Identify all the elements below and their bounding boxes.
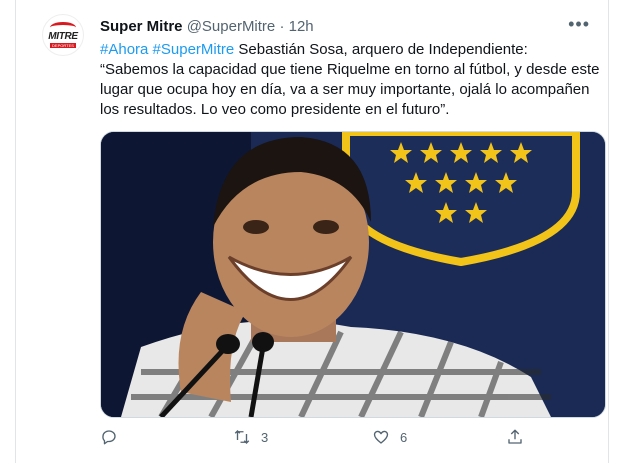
reply-button[interactable] — [100, 428, 118, 446]
tweet-card[interactable]: MITRE DEPORTES Super Mitre @SuperMitre ·… — [15, 0, 609, 463]
tweet-photo[interactable] — [100, 131, 606, 418]
display-name[interactable]: Super Mitre — [100, 18, 183, 35]
more-options-icon[interactable]: ••• — [568, 14, 590, 34]
tweet-text: #Ahora #SuperMitre Sebastián Sosa, arque… — [100, 40, 600, 120]
share-button[interactable] — [506, 428, 524, 446]
tweet-header: Super Mitre @SuperMitre · 12h — [100, 17, 314, 37]
handle[interactable]: @SuperMitre — [187, 18, 276, 35]
like-count: 6 — [400, 429, 408, 445]
reply-icon — [102, 430, 116, 445]
like-icon — [373, 430, 389, 444]
hashtag-link[interactable]: #SuperMitre — [153, 41, 235, 58]
separator: · — [279, 18, 285, 35]
avatar-logo-text: MITRE — [48, 31, 78, 42]
avatar-logo-tag: DEPORTES — [50, 43, 76, 48]
retweet-button[interactable]: 3 — [233, 428, 268, 446]
share-icon — [508, 429, 522, 444]
tweet-actions: 3 6 — [100, 428, 530, 450]
timestamp[interactable]: 12h — [289, 18, 314, 35]
avatar[interactable]: MITRE DEPORTES — [42, 14, 84, 56]
hashtag-link[interactable]: #Ahora — [100, 41, 148, 58]
like-button[interactable]: 6 — [372, 428, 407, 446]
retweet-icon — [234, 430, 250, 444]
photo-illustration — [101, 132, 605, 417]
retweet-count: 3 — [261, 429, 269, 445]
